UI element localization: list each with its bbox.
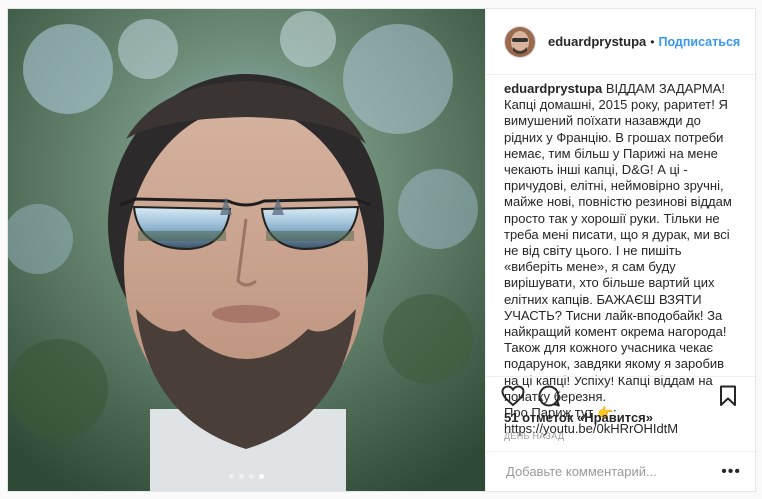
carousel-dot (239, 474, 244, 479)
separator-dot: • (650, 34, 655, 49)
carousel-indicator (8, 474, 485, 479)
more-options-icon[interactable]: ••• (721, 463, 741, 481)
instagram-post: eduardprystupa • Подписаться eduardpryst… (7, 8, 756, 492)
actions-divider (486, 376, 755, 377)
action-bar (500, 382, 741, 410)
post-header: eduardprystupa • Подписаться (486, 9, 755, 75)
comment-form: ••• (486, 451, 755, 491)
portrait-image (8, 9, 485, 491)
carousel-dot (249, 474, 254, 479)
carousel-dot-active (259, 474, 264, 479)
likes-count[interactable]: 51 отметок «Нравится» (504, 410, 653, 425)
caption-username[interactable]: eduardprystupa (504, 81, 602, 96)
avatar[interactable] (504, 25, 536, 58)
avatar-image (505, 26, 535, 57)
comment-input[interactable] (504, 463, 722, 480)
username-link[interactable]: eduardprystupa (548, 34, 646, 49)
heart-icon[interactable] (500, 383, 526, 409)
post-sidebar: eduardprystupa • Подписаться eduardpryst… (485, 9, 755, 491)
bookmark-icon[interactable] (715, 383, 741, 409)
post-photo[interactable] (8, 9, 485, 491)
carousel-dot (229, 474, 234, 479)
post-timestamp[interactable]: ДЕНЬ НАЗАД (504, 431, 564, 441)
follow-button[interactable]: Подписаться (658, 35, 740, 49)
comment-bubble-icon[interactable] (536, 383, 562, 409)
